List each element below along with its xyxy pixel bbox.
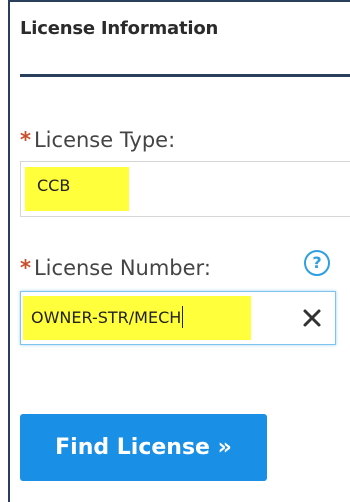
license-type-label: * License Type: <box>20 128 175 152</box>
section-divider <box>20 74 350 77</box>
required-marker: * <box>20 128 31 152</box>
license-type-label-text: License Type: <box>33 128 176 152</box>
clear-icon[interactable] <box>299 305 325 331</box>
section-title: License Information <box>20 18 219 39</box>
text-caret <box>182 306 184 328</box>
license-type-select[interactable]: CCB <box>20 161 350 217</box>
license-number-value-text: OWNER-STR/MECH <box>31 308 182 327</box>
license-number-label: * License Number: <box>20 256 211 280</box>
panel-top-border <box>8 0 350 2</box>
help-icon[interactable]: ? <box>304 250 330 276</box>
license-number-input[interactable]: OWNER-STR/MECH <box>20 291 336 345</box>
panel-left-border <box>8 0 10 502</box>
required-marker: * <box>20 256 31 280</box>
find-license-button[interactable]: Find License » <box>20 414 267 481</box>
license-type-value: CCB <box>37 176 71 195</box>
license-number-value: OWNER-STR/MECH <box>31 306 184 328</box>
license-number-label-text: License Number: <box>33 256 211 280</box>
